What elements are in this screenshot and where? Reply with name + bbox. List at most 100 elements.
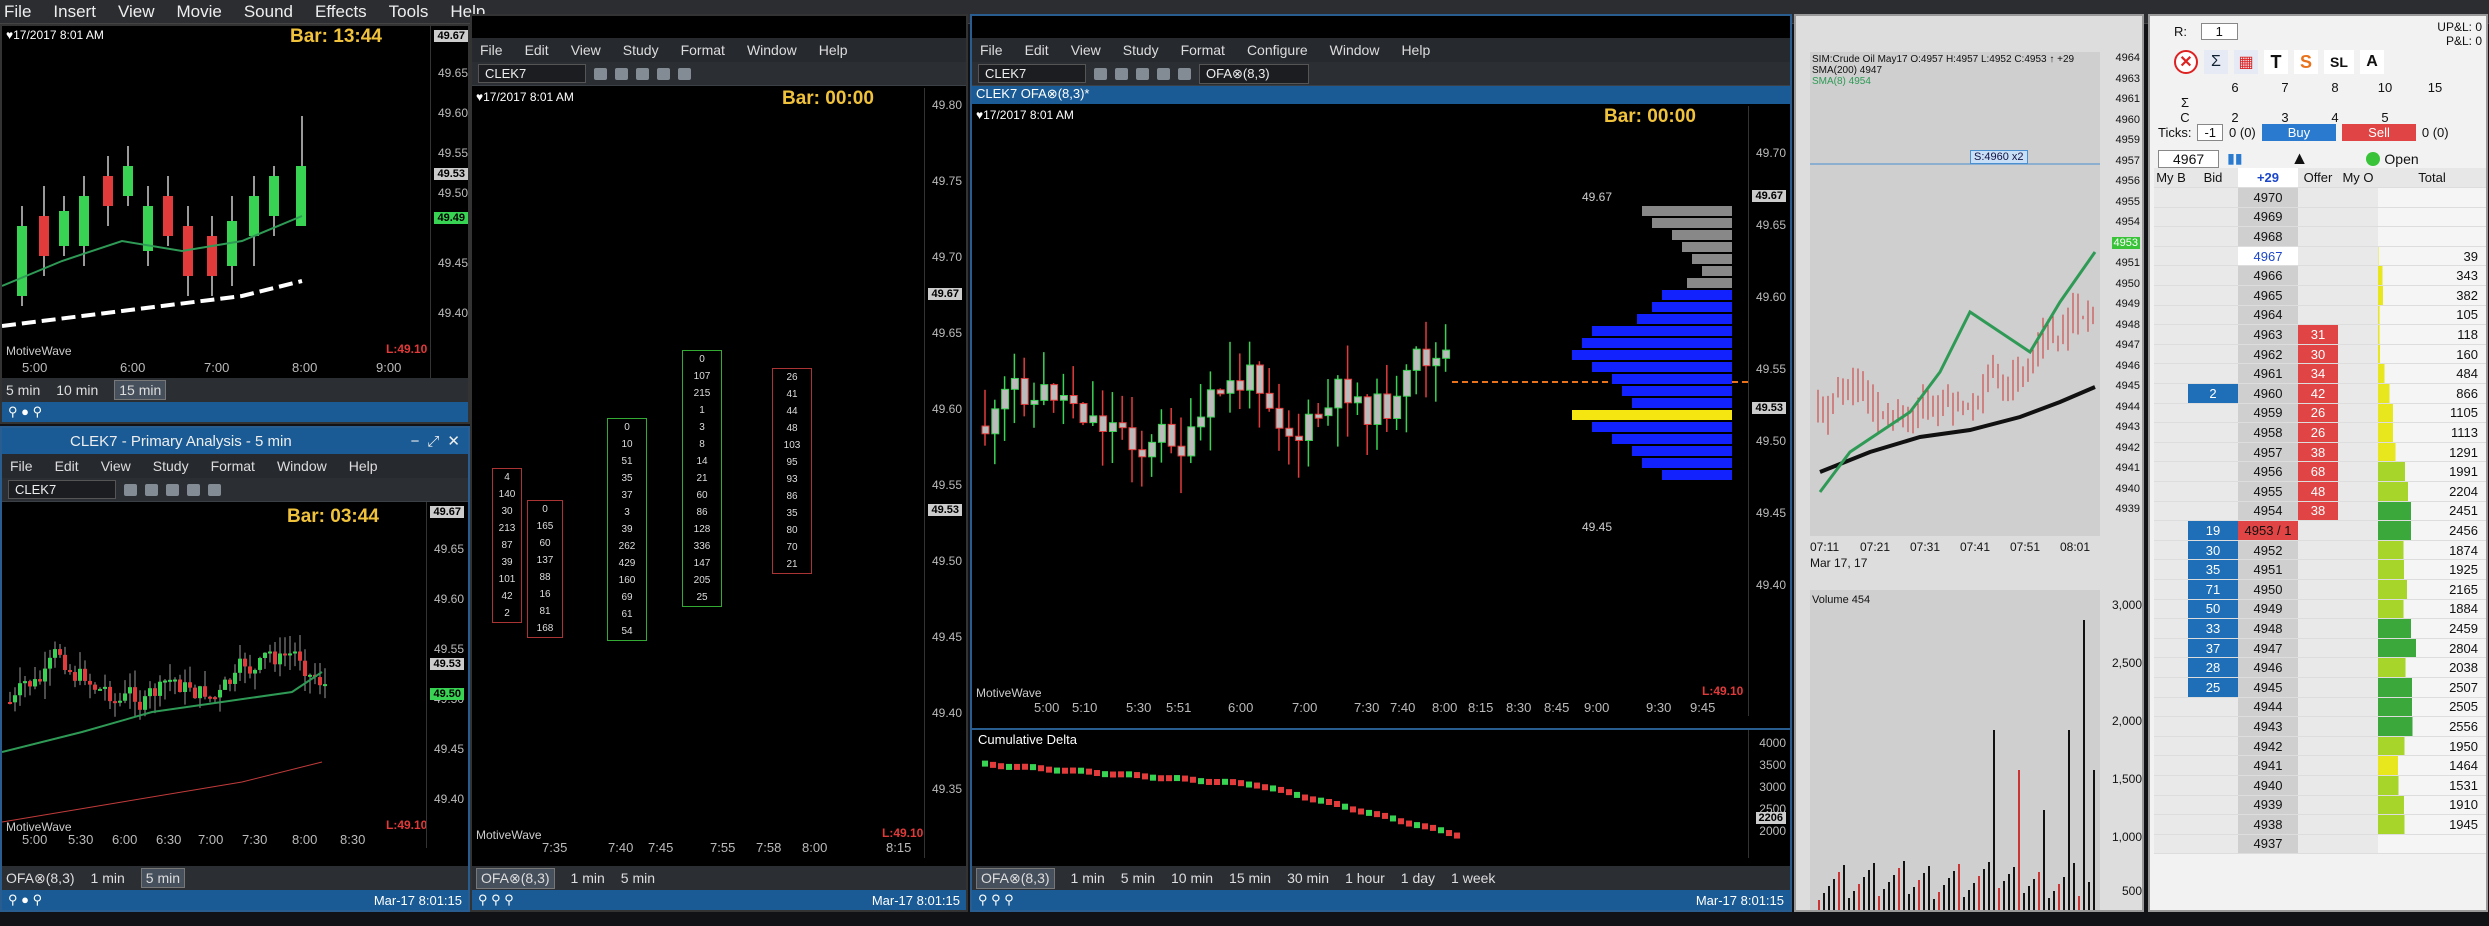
menu-insert[interactable]: Insert [53, 2, 96, 22]
bid-cell[interactable]: 50 [2188, 599, 2238, 620]
tf-5min[interactable]: 5 min [1121, 870, 1155, 886]
footprint-chart[interactable]: ♥17/2017 8:01 AM Bar: 00:00 MotiveWave L… [472, 88, 966, 858]
menu-file[interactable]: File [480, 42, 503, 58]
my-bid-cell[interactable] [2154, 520, 2188, 541]
my-offer-cell[interactable] [2338, 461, 2378, 482]
window-titlebar[interactable]: CLEK7 - Primary Analysis - 5 min − ⤢ ✕ [2, 428, 468, 454]
chart-tab[interactable]: CLEK7 OFA⊗(8,3)* [972, 86, 1790, 104]
volume-panel[interactable]: Volume 454 [1810, 590, 2100, 910]
my-bid-cell[interactable] [2154, 716, 2188, 737]
my-offer-cell[interactable] [2338, 559, 2378, 580]
my-bid-cell[interactable] [2154, 834, 2188, 855]
bid-cell[interactable]: 2 [2188, 383, 2238, 404]
bid-cell[interactable] [2188, 814, 2238, 835]
my-offer-cell[interactable] [2338, 599, 2378, 620]
table-row[interactable]: 71 4950 2165 [2154, 579, 2486, 600]
strategy-icon[interactable]: S [2294, 50, 2318, 74]
price-cell[interactable]: 4949 [2238, 599, 2298, 620]
offer-cell[interactable] [2298, 834, 2338, 855]
my-bid-cell[interactable] [2154, 657, 2188, 678]
table-row[interactable]: 4962 30 160 [2154, 344, 2486, 365]
my-bid-cell[interactable] [2154, 246, 2188, 267]
tf-ofa[interactable]: OFA⊗(8,3) [6, 870, 75, 887]
tf-5min[interactable]: 5 min [621, 870, 655, 886]
price-cell[interactable]: 4954 [2238, 501, 2298, 522]
table-row[interactable]: 4943 2556 [2154, 716, 2486, 737]
menu-help[interactable]: Help [1401, 42, 1430, 58]
my-bid-cell[interactable] [2154, 305, 2188, 326]
my-offer-cell[interactable] [2338, 814, 2378, 835]
my-bid-cell[interactable] [2154, 403, 2188, 424]
my-offer-cell[interactable] [2338, 618, 2378, 639]
menu-file[interactable]: File [980, 42, 1003, 58]
bid-cell[interactable]: 28 [2188, 657, 2238, 678]
my-offer-cell[interactable] [2338, 579, 2378, 600]
table-row[interactable]: 4957 38 1291 [2154, 442, 2486, 463]
price-cell[interactable]: 4940 [2238, 775, 2298, 796]
delta-axis[interactable]: 4000 3500 3000 2500 2000 2206 [1748, 730, 1790, 858]
table-row[interactable]: 30 4952 1874 [2154, 540, 2486, 561]
bid-cell[interactable] [2188, 344, 2238, 365]
table-row[interactable]: 25 4945 2507 [2154, 677, 2486, 698]
offer-cell[interactable] [2298, 599, 2338, 620]
my-bid-cell[interactable] [2154, 736, 2188, 757]
offer-cell[interactable] [2298, 579, 2338, 600]
qty-btn[interactable]: 3 [2260, 110, 2310, 125]
menu-configure[interactable]: Configure [1247, 42, 1308, 58]
my-offer-cell[interactable] [2338, 246, 2378, 267]
table-row[interactable]: 4961 34 484 [2154, 363, 2486, 385]
offer-cell[interactable] [2298, 716, 2338, 737]
offer-cell[interactable] [2298, 755, 2338, 776]
bid-cell[interactable] [2188, 442, 2238, 463]
my-offer-cell[interactable] [2338, 697, 2378, 718]
menu-sound[interactable]: Sound [244, 2, 293, 22]
price-cell[interactable]: 4952 [2238, 540, 2298, 561]
table-row[interactable]: 4970 [2154, 187, 2486, 208]
bid-cell[interactable]: 71 [2188, 579, 2238, 600]
offer-cell[interactable] [2298, 246, 2338, 267]
my-offer-cell[interactable] [2338, 442, 2378, 463]
price-chart[interactable]: ♥17/2017 8:01 AM Bar: 00:00 MotiveWave L… [972, 106, 1790, 716]
my-offer-cell[interactable] [2338, 795, 2378, 816]
table-row[interactable]: 4939 1910 [2154, 795, 2486, 816]
table-row[interactable]: 4968 [2154, 226, 2486, 247]
my-bid-cell[interactable] [2154, 775, 2188, 796]
menu-effects[interactable]: Effects [315, 2, 367, 22]
buy-button[interactable]: Buy [2261, 124, 2337, 141]
bid-cell[interactable] [2188, 305, 2238, 326]
cancel-all-icon[interactable]: ✕ [2174, 50, 2198, 74]
bid-cell[interactable] [2188, 697, 2238, 718]
menu-format[interactable]: Format [211, 458, 255, 474]
table-row[interactable]: 50 4949 1884 [2154, 599, 2486, 620]
offer-cell[interactable]: 42 [2298, 383, 2338, 404]
my-offer-cell[interactable] [2338, 383, 2378, 404]
bid-cell[interactable] [2188, 422, 2238, 443]
bid-cell[interactable] [2188, 187, 2238, 208]
offer-cell[interactable]: 38 [2298, 501, 2338, 522]
offer-cell[interactable] [2298, 285, 2338, 306]
my-offer-cell[interactable] [2338, 363, 2378, 385]
bid-cell[interactable] [2188, 324, 2238, 345]
price-cell[interactable]: 4943 [2238, 716, 2298, 737]
my-offer-cell[interactable] [2338, 540, 2378, 561]
offer-cell[interactable] [2298, 736, 2338, 757]
price-cell[interactable]: 4945 [2238, 677, 2298, 698]
price-cell[interactable]: 4961 [2238, 363, 2298, 385]
bid-cell[interactable] [2188, 285, 2238, 306]
price-input[interactable]: 4967 [2158, 149, 2220, 168]
price-cell[interactable]: 4967 [2238, 246, 2298, 267]
my-bid-cell[interactable] [2154, 344, 2188, 365]
camera-icon[interactable] [1136, 67, 1149, 80]
my-bid-cell[interactable] [2154, 207, 2188, 228]
table-row[interactable]: 4966 343 [2154, 265, 2486, 287]
my-offer-cell[interactable] [2338, 344, 2378, 365]
bid-cell[interactable] [2188, 403, 2238, 424]
price-cell[interactable]: 4965 [2238, 285, 2298, 306]
tf-30min[interactable]: 30 min [1287, 870, 1329, 886]
qty-btn[interactable]: 7 [2260, 80, 2310, 95]
camera-icon[interactable] [636, 67, 649, 80]
r-input[interactable]: 1 [2200, 23, 2238, 40]
my-offer-cell[interactable] [2338, 187, 2378, 208]
price-axis[interactable]: 49.70 49.65 49.60 49.55 49.50 49.45 49.4… [1748, 106, 1790, 716]
bid-cell[interactable]: 35 [2188, 559, 2238, 580]
